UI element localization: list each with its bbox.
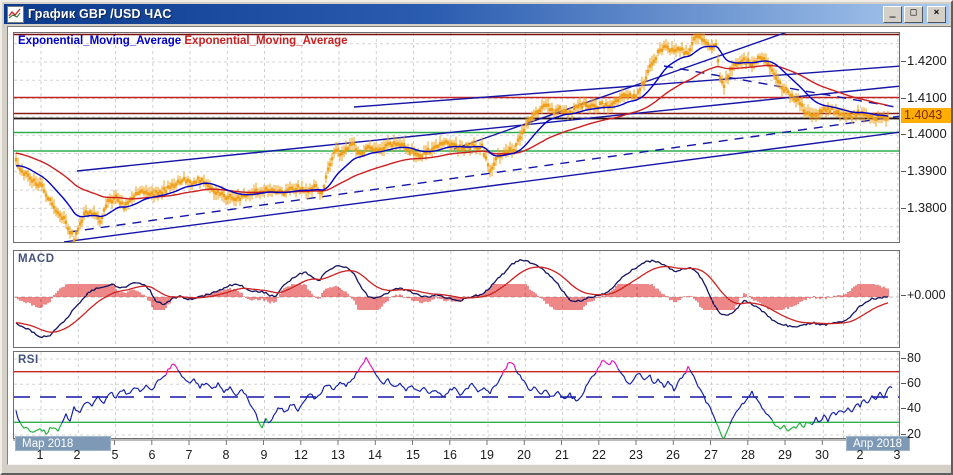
day-axis-label: 9 [260, 448, 268, 462]
day-axis-label: 2 [73, 448, 81, 462]
day-axis-label: 16 [443, 448, 457, 462]
rsi-axis-label: 20 [907, 427, 921, 441]
price-axis-tick [901, 134, 906, 135]
day-axis-label: 3 [893, 448, 901, 462]
price-axis-label: 1.4100 [907, 90, 947, 105]
day-axis-label: 7 [185, 448, 193, 462]
day-axis-label: 2 [856, 448, 864, 462]
rsi-axis-label: 40 [907, 401, 921, 415]
app-icon [7, 5, 24, 23]
maximize-button[interactable]: □ [904, 5, 923, 23]
day-axis-label: 30 [815, 448, 829, 462]
day-axis-label: 5 [111, 448, 119, 462]
price-axis-tick [901, 171, 906, 172]
day-axis-label: 15 [406, 448, 420, 462]
macd-zero-tick [901, 295, 906, 296]
day-axis-label: 12 [294, 448, 308, 462]
day-axis-label: 23 [629, 448, 643, 462]
day-axis-label: 20 [517, 448, 531, 462]
window-title: График GBP /USD ЧАС [28, 7, 172, 21]
window-controls: _ □ × [883, 5, 946, 23]
rsi-axis-label: 80 [907, 351, 921, 365]
day-axis-label: 21 [555, 448, 569, 462]
title-bar[interactable]: График GBP /USD ЧАС _ □ × [4, 4, 949, 24]
day-axis-label: 8 [222, 448, 230, 462]
day-axis-label: 22 [592, 448, 606, 462]
current-price-badge: 1.4043 [901, 108, 951, 123]
day-axis-label: 1 [36, 448, 44, 462]
rsi-axis-tick [901, 408, 906, 409]
price-axis-label: 1.4000 [907, 126, 947, 141]
close-button[interactable]: × [927, 5, 946, 23]
price-axis-label: 1.3800 [907, 200, 947, 215]
price-chart-svg[interactable] [14, 33, 900, 243]
day-axis-label: 26 [666, 448, 680, 462]
price-axis-label: 1.4200 [907, 53, 947, 68]
day-axis-label: 19 [480, 448, 494, 462]
day-axis-label: 29 [778, 448, 792, 462]
macd-zero-label: +0.000 [907, 288, 946, 302]
indicator-legend: Exponential_Moving_Average Exponential_M… [18, 35, 348, 47]
day-axis-label: 6 [148, 448, 156, 462]
price-axis-tick [901, 61, 906, 62]
day-axis-label: 27 [704, 448, 718, 462]
chart-window: График GBP /USD ЧАС _ □ × Exponential_Mo… [0, 0, 953, 475]
price-axis-tick [901, 98, 906, 99]
rsi-axis-tick [901, 358, 906, 359]
rsi-axis-tick [901, 434, 906, 435]
ema-fast-legend-label: Exponential_Moving_Average [18, 35, 182, 47]
price-axis-tick [901, 208, 906, 209]
price-chart-panel[interactable]: Exponential_Moving_Average Exponential_M… [13, 32, 900, 243]
rsi-axis-label: 60 [907, 376, 921, 390]
day-axis-label: 13 [331, 448, 345, 462]
macd-panel[interactable]: MACD [13, 250, 900, 348]
ema-slow-legend-label: Exponential_Moving_Average [184, 35, 348, 47]
macd-panel-label: MACD [18, 253, 55, 265]
rsi-panel[interactable]: RSI [13, 351, 900, 439]
rsi-panel-label: RSI [18, 354, 39, 366]
chart-client-area: Exponential_Moving_Average Exponential_M… [7, 26, 951, 465]
day-axis-label: 14 [368, 448, 382, 462]
rsi-svg[interactable] [14, 352, 900, 439]
price-axis-label: 1.3900 [907, 163, 947, 178]
macd-svg[interactable] [14, 251, 900, 348]
rsi-axis-tick [901, 383, 906, 384]
minimize-button[interactable]: _ [883, 5, 902, 23]
day-axis-label: 28 [741, 448, 755, 462]
